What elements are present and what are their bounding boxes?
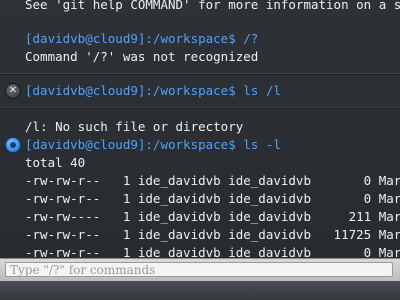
command-bar (0, 258, 400, 281)
busy-circle-icon[interactable] (5, 137, 21, 153)
block-separator (0, 74, 400, 75)
bottom-panel (0, 281, 400, 300)
block-separator (0, 108, 400, 109)
close-circle-icon[interactable]: ✕ (5, 83, 21, 99)
output-line: -rw-rw-r-- 1 ide_davidvb ide_davidvb 117… (25, 227, 400, 242)
terminal-output: See 'git help COMMAND' for more informat… (0, 0, 400, 258)
output-line: -rw-rw-r-- 1 ide_davidvb ide_davidvb 0 M… (25, 245, 400, 258)
output-line: /l: No such file or directory (25, 119, 244, 134)
command-input[interactable] (5, 262, 393, 277)
output-line: Command '/?' was not recognized (25, 49, 259, 64)
output-line: -rw-rw---- 1 ide_davidvb ide_davidvb 211… (25, 209, 400, 224)
output-line: -rw-rw-r-- 1 ide_davidvb ide_davidvb 0 M… (25, 173, 400, 188)
command-prompt: [davidvb@cloud9]:/workspace$ ls /l (25, 83, 281, 98)
output-line: -rw-rw-r-- 1 ide_davidvb ide_davidvb 0 M… (25, 191, 400, 206)
output-line: See 'git help COMMAND' for more informat… (25, 0, 400, 12)
command-prompt: [davidvb@cloud9]:/workspace$ /? (25, 31, 259, 46)
command-prompt: [davidvb@cloud9]:/workspace$ ls -l (25, 137, 281, 152)
output-line: total 40 (25, 155, 86, 170)
